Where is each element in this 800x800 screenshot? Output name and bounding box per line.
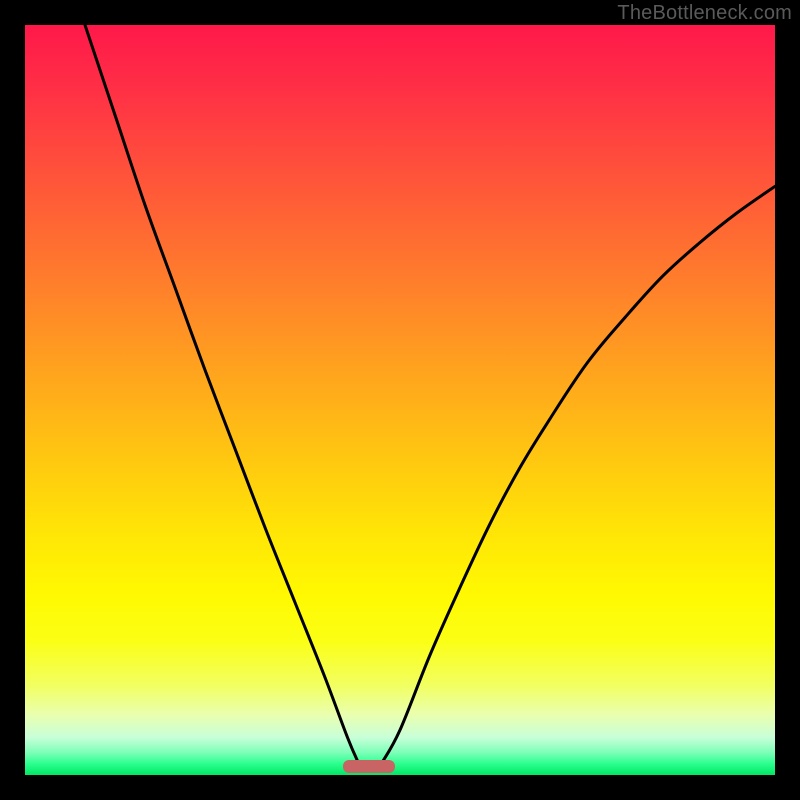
left-branch-curve [85, 25, 359, 764]
minimum-marker [343, 760, 395, 773]
watermark-text: TheBottleneck.com [617, 2, 792, 25]
chart-frame: TheBottleneck.com [0, 0, 800, 800]
plot-area [25, 25, 775, 775]
curve-layer [25, 25, 775, 775]
right-branch-curve [381, 186, 775, 764]
